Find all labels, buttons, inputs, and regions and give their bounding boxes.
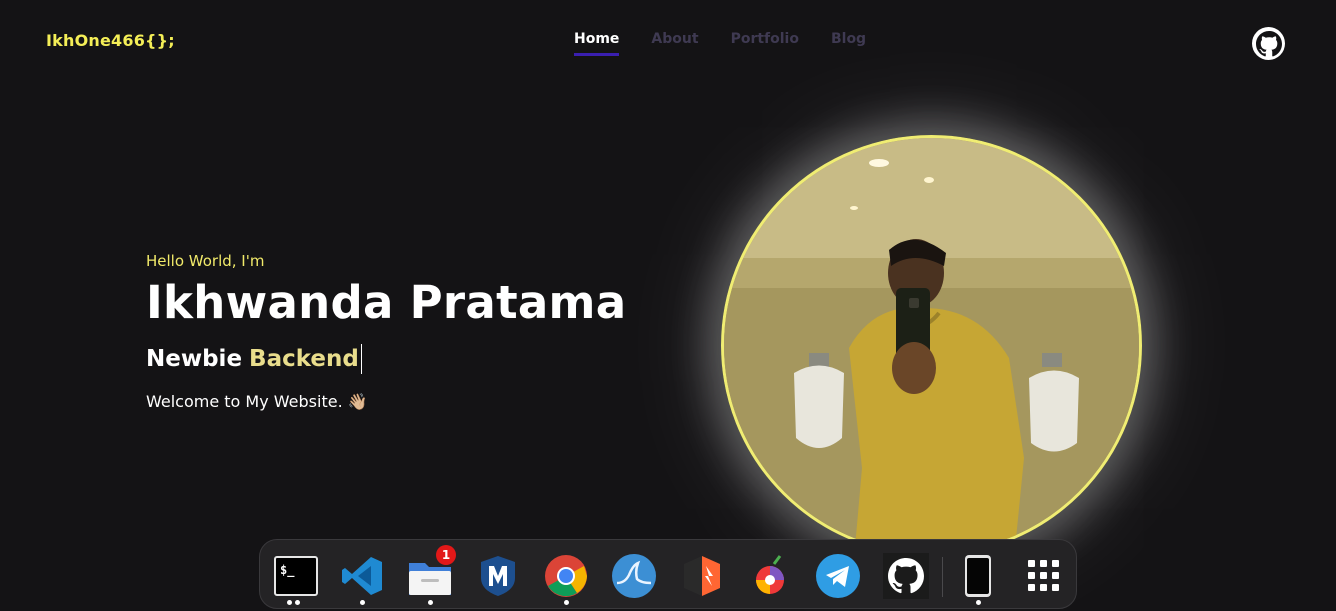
files-icon[interactable]: 1	[406, 545, 456, 600]
terminal-icon[interactable]: $_	[272, 552, 320, 600]
vivaldi-icon[interactable]	[746, 552, 794, 600]
app-grid-icon[interactable]	[1020, 552, 1068, 600]
wireshark-icon[interactable]	[610, 552, 658, 600]
metasploit-icon[interactable]	[474, 552, 522, 600]
taskbar-dock: $_ 1	[259, 539, 1077, 609]
running-indicator	[287, 600, 292, 605]
typing-caret	[360, 343, 362, 374]
role-line: Newbie Backend	[146, 343, 626, 374]
site-logo[interactable]: IkhOne466{};	[46, 31, 175, 50]
nav-portfolio[interactable]: Portfolio	[731, 31, 799, 56]
github-desktop-icon[interactable]	[882, 552, 930, 600]
role-prefix: Newbie	[146, 345, 243, 372]
running-indicator	[295, 600, 300, 605]
role-highlight: Backend	[249, 345, 359, 372]
telegram-icon[interactable]	[814, 552, 862, 600]
nav-about[interactable]: About	[651, 31, 698, 56]
running-indicator	[976, 600, 981, 605]
notification-badge: 1	[436, 545, 456, 565]
greeting-text: Hello World, I'm	[146, 252, 265, 270]
vscode-icon[interactable]	[338, 552, 386, 600]
main-nav: Home About Portfolio Blog	[574, 31, 898, 56]
running-indicator	[360, 600, 365, 605]
hero-name: Ikhwanda Pratama	[146, 276, 627, 329]
welcome-text: Welcome to My Website. 👋🏼	[146, 391, 368, 411]
nav-blog[interactable]: Blog	[831, 31, 866, 56]
svg-text:$_: $_	[280, 563, 295, 578]
running-indicator	[564, 600, 569, 605]
phone-icon[interactable]	[954, 552, 1002, 600]
hero-section: Hello World, I'm Ikhwanda Pratama Newbie…	[146, 252, 626, 411]
nav-home[interactable]: Home	[574, 31, 620, 56]
running-indicator	[428, 600, 433, 605]
github-icon[interactable]	[1252, 27, 1285, 60]
profile-photo	[721, 135, 1142, 556]
dock-separator	[942, 557, 943, 597]
burpsuite-icon[interactable]	[678, 552, 726, 600]
chrome-icon[interactable]	[542, 552, 590, 600]
